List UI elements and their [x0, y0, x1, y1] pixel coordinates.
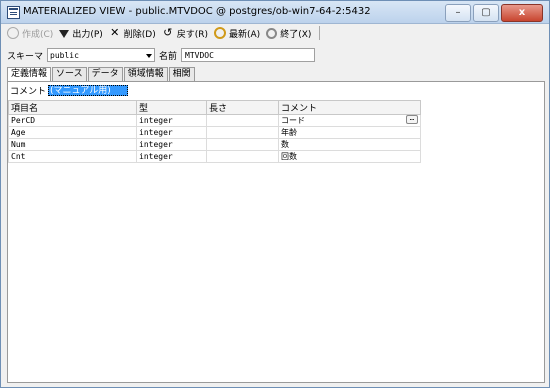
columns-grid: 項目名 型 長さ コメント PerCD integer コード … Age int…	[8, 100, 421, 163]
cell-comment[interactable]: 回数	[278, 150, 421, 163]
close-button[interactable]: x	[501, 4, 543, 22]
cell-column-name[interactable]: Num	[8, 138, 137, 151]
output-label: 出力(P)	[72, 29, 103, 40]
revert-label: 戻す(R)	[176, 29, 208, 40]
schema-select[interactable]: public	[47, 48, 156, 62]
header-length[interactable]: 長さ	[206, 100, 279, 115]
cell-type[interactable]: integer	[136, 138, 207, 151]
cell-type[interactable]: integer	[136, 126, 207, 139]
comment-text: コード	[281, 116, 305, 125]
table-row[interactable]: Cnt integer 回数	[8, 150, 421, 163]
create-button[interactable]: 作成(C)	[7, 25, 53, 41]
table-row[interactable]: Num integer 数	[8, 138, 421, 151]
refresh-button[interactable]: 最新(A)	[214, 25, 260, 41]
table-row[interactable]: PerCD integer コード …	[8, 114, 421, 127]
window-controls: – ▢ x	[443, 4, 543, 22]
exit-label: 終了(X)	[280, 29, 312, 40]
create-label: 作成(C)	[22, 29, 54, 40]
window-title: MATERIALIZED VIEW - public.MTVDOC @ post…	[23, 6, 371, 17]
cell-comment[interactable]: 数	[278, 138, 421, 151]
delete-label: 削除(D)	[123, 29, 156, 40]
delete-button[interactable]: ✕ 削除(D)	[109, 25, 156, 41]
chevron-down-icon	[146, 54, 153, 58]
cell-type[interactable]: integer	[136, 150, 207, 163]
comment-field[interactable]: (マニュアル用)	[48, 85, 129, 96]
tab-bar: 定義情報 ソース データ 領域情報 相関	[7, 67, 196, 82]
cell-length[interactable]	[206, 114, 279, 127]
cell-column-name[interactable]: Cnt	[8, 150, 137, 163]
schema-name-row: スキーマ public 名前 MTVDOC	[7, 47, 316, 63]
table-row[interactable]: Age integer 年齢	[8, 126, 421, 139]
revert-button[interactable]: ↺ 戻す(R)	[162, 25, 208, 41]
cell-column-name[interactable]: PerCD	[8, 114, 137, 127]
header-comment[interactable]: コメント	[278, 100, 421, 115]
exit-button[interactable]: 終了(X)	[266, 25, 311, 41]
tab-relations[interactable]: 相関	[168, 67, 195, 81]
refresh-label: 最新(A)	[229, 29, 261, 40]
down-triangle-icon	[59, 30, 70, 38]
refresh-icon	[214, 27, 226, 39]
tab-storage[interactable]: 領域情報	[123, 67, 168, 81]
cell-comment[interactable]: 年齢	[278, 126, 421, 139]
schema-label: スキーマ	[7, 51, 44, 62]
title-bar[interactable]: MATERIALIZED VIEW - public.MTVDOC @ post…	[1, 1, 549, 24]
tab-data[interactable]: データ	[87, 67, 123, 81]
circle-icon	[7, 27, 19, 39]
exit-icon	[266, 27, 278, 39]
header-column-name[interactable]: 項目名	[8, 100, 137, 115]
definition-panel: コメント (マニュアル用) 項目名 型 長さ コメント PerCD intege…	[7, 81, 545, 383]
comment-label: コメント	[10, 87, 47, 97]
name-field[interactable]: MTVDOC	[181, 48, 316, 62]
cell-comment[interactable]: コード …	[278, 114, 421, 127]
cell-length[interactable]	[206, 150, 279, 163]
grid-header-row: 項目名 型 長さ コメント	[8, 100, 421, 115]
tab-definition[interactable]: 定義情報	[7, 67, 52, 82]
name-label: 名前	[159, 51, 178, 62]
app-table-icon	[7, 6, 20, 19]
app-window: MATERIALIZED VIEW - public.MTVDOC @ post…	[0, 0, 550, 388]
cell-length[interactable]	[206, 126, 279, 139]
header-type[interactable]: 型	[136, 100, 207, 115]
minimize-button[interactable]: –	[445, 4, 471, 22]
comment-row: コメント (マニュアル用)	[8, 84, 129, 97]
cell-column-name[interactable]: Age	[8, 126, 137, 139]
ellipsis-button[interactable]: …	[406, 115, 418, 124]
cell-type[interactable]: integer	[136, 114, 207, 127]
maximize-button[interactable]: ▢	[473, 4, 499, 22]
toolbar: 作成(C) 出力(P) ✕ 削除(D) ↺ 戻す(R) 最新(A) 終了(X)	[1, 23, 549, 43]
schema-value: public	[50, 51, 79, 60]
cell-length[interactable]	[206, 138, 279, 151]
tab-source[interactable]: ソース	[52, 67, 87, 81]
undo-icon: ↺	[163, 26, 173, 39]
delete-x-icon: ✕	[110, 26, 120, 39]
toolbar-separator	[319, 26, 321, 40]
output-button[interactable]: 出力(P)	[59, 25, 103, 41]
